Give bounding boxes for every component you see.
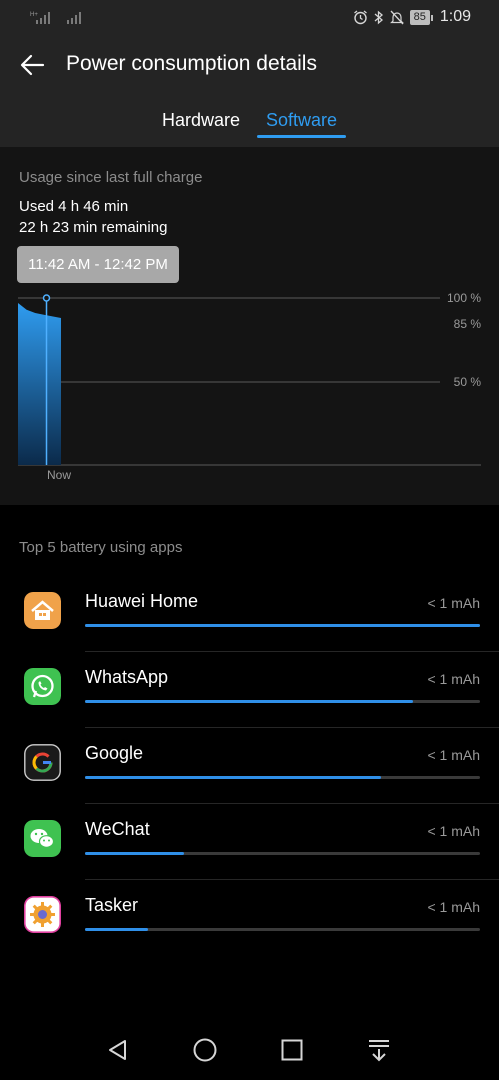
app-row-huawei-home[interactable]: Huawei Home < 1 mAh [0,576,499,652]
x-label-now: Now [47,468,71,482]
app-name: Huawei Home [85,591,199,611]
mute-icon [389,10,404,24]
status-time: 1:09 [439,8,471,25]
y-tick-50: 50 % [454,375,482,389]
usage-bar [85,928,480,931]
alarm-icon [353,9,367,24]
apps-title: Top 5 battery using apps [19,539,183,556]
active-tab-indicator [257,135,346,138]
app-name: WhatsApp [85,667,169,687]
time-range-tooltip: 11:42 AM - 12:42 PM [17,246,179,283]
whatsapp-icon [24,668,61,705]
home-icon [24,592,61,629]
notification-pull-icon[interactable] [366,1037,392,1063]
usage-bar-fill [85,624,480,627]
home-icon[interactable] [192,1037,218,1063]
app-usage-value: < 1 mAh [427,595,480,611]
page-title: Power consumption details [66,52,317,75]
header: Power consumption details Hardware Softw… [0,34,499,147]
app-row-google[interactable]: Google < 1 mAh [0,728,499,804]
back-icon[interactable] [105,1037,131,1063]
app-name: Tasker [85,895,139,915]
signal-icon [67,12,81,24]
bluetooth-icon [374,10,383,24]
apps-section: Top 5 battery using apps Huawei Home < 1… [0,517,499,1017]
app-row-wechat[interactable]: WeChat < 1 mAh [0,804,499,880]
battery-chart[interactable]: 100 % 85 % 50 % Now [0,287,499,487]
app-usage-value: < 1 mAh [427,671,480,687]
usage-bar [85,776,480,779]
app-usage-value: < 1 mAh [427,747,480,763]
battery-icon: 85 [409,9,434,25]
app-row-tasker[interactable]: Tasker < 1 mAh [0,880,499,956]
app-name: Google [85,743,144,763]
tasker-icon [24,896,61,933]
signal-icon: H+ [30,12,50,24]
recents-icon[interactable] [279,1037,305,1063]
usage-title: Usage since last full charge [19,169,203,186]
usage-bar-fill [85,928,149,931]
usage-bar [85,700,480,703]
usage-bar-fill [85,700,413,703]
battery-level: 85 [413,10,426,23]
battery-area [18,303,61,465]
status-bar: H+ 85 1:09 [0,0,499,34]
app-name: WeChat [85,819,150,839]
back-arrow-icon[interactable] [18,50,48,80]
usage-bar [85,624,480,627]
navigation-bar [0,1017,499,1080]
usage-bar-fill [85,852,184,855]
wechat-icon [24,820,61,857]
tab-software[interactable]: Software [266,110,337,131]
now-marker-dot[interactable] [42,294,51,302]
usage-bar [85,852,480,855]
tab-hardware[interactable]: Hardware [162,110,240,131]
google-icon [24,744,61,781]
used-time: Used 4 h 46 min [19,198,129,215]
usage-section: Usage since last full charge Used 4 h 46… [0,147,499,505]
y-tick-100: 100 % [447,291,481,305]
remaining-time: 22 h 23 min remaining [19,219,168,236]
svg-text:H+: H+ [30,12,38,18]
app-usage-value: < 1 mAh [427,823,480,839]
usage-bar-fill [85,776,382,779]
section-divider [0,505,499,517]
y-tick-85: 85 % [454,317,482,331]
app-usage-value: < 1 mAh [427,899,480,915]
app-row-whatsapp[interactable]: WhatsApp < 1 mAh [0,652,499,728]
